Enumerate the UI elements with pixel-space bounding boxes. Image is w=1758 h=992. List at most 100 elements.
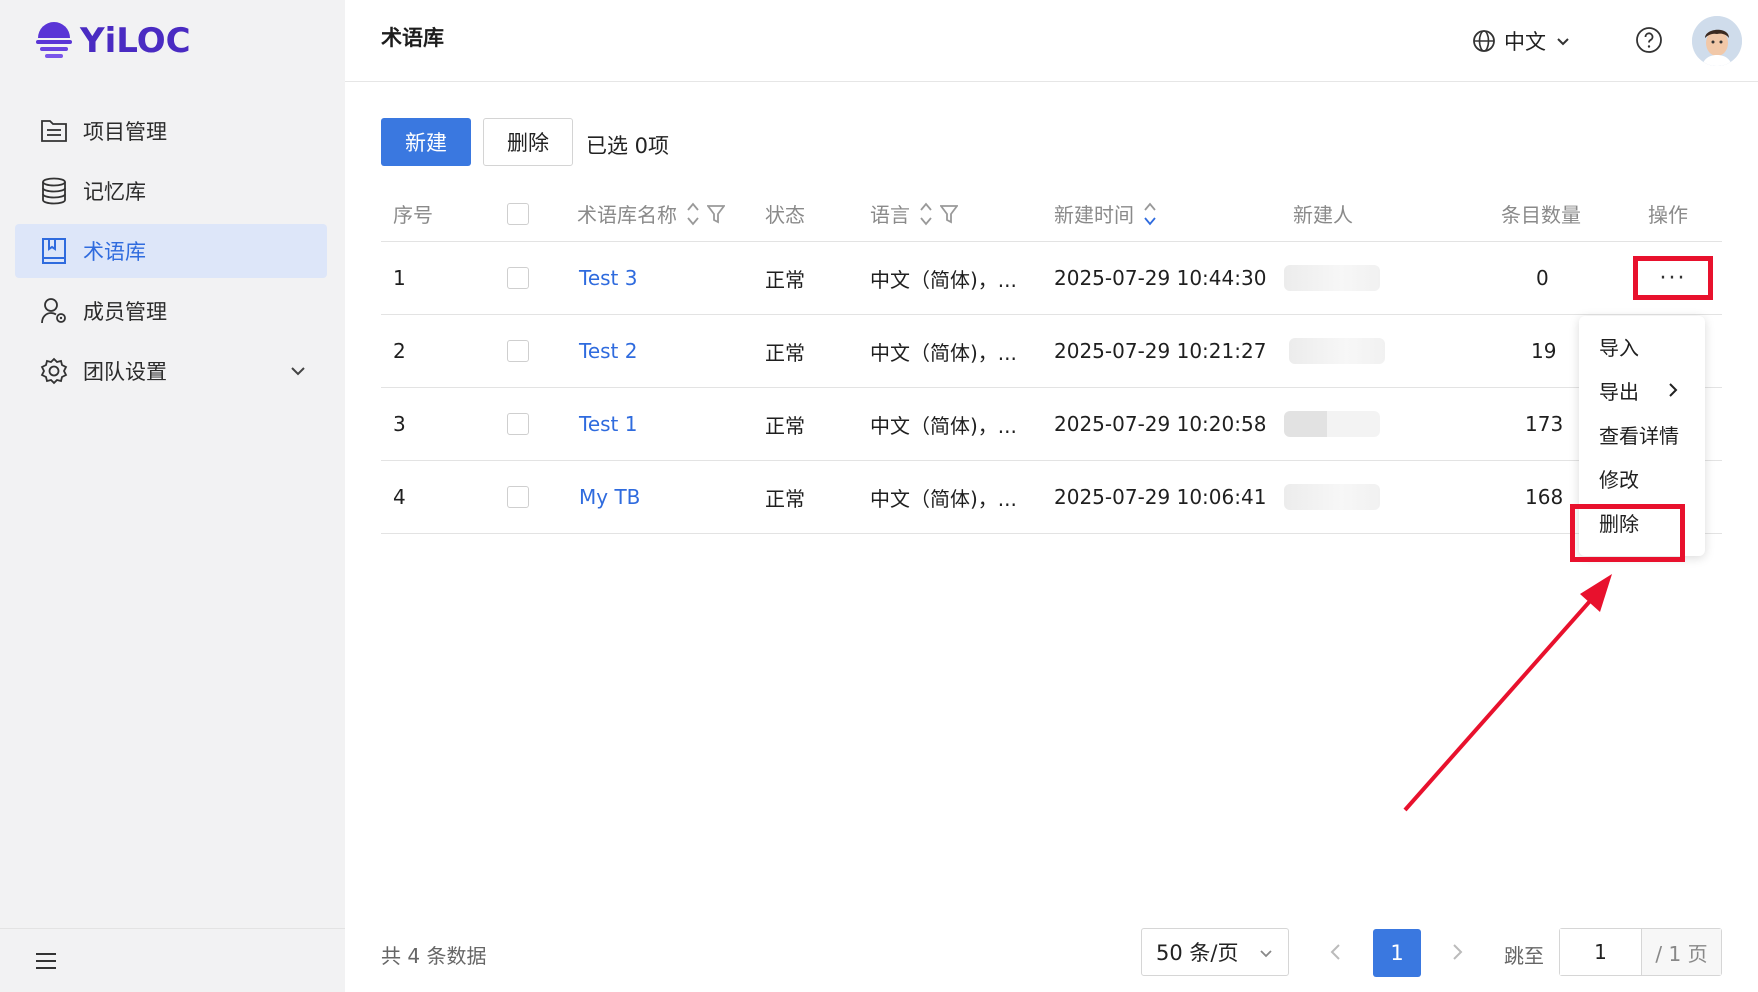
sidebar-item-members[interactable]: 成员管理 xyxy=(15,284,327,338)
termbase-name-link[interactable]: Test 2 xyxy=(579,315,637,387)
row-index: 2 xyxy=(393,339,406,363)
jump-page-input[interactable] xyxy=(1560,929,1642,975)
creator-redacted xyxy=(1284,265,1380,291)
row-count: 19 xyxy=(1531,339,1557,363)
filter-icon[interactable] xyxy=(707,204,725,224)
sidebar-item-label: 记忆库 xyxy=(83,180,146,204)
row-index: 4 xyxy=(393,485,406,509)
delete-button[interactable]: 删除 xyxy=(483,118,573,166)
brand-logo[interactable]: YiLOC xyxy=(34,18,191,64)
delete-highlight-box xyxy=(1570,504,1685,562)
row-select-cell xyxy=(507,315,529,387)
table-row[interactable]: 1 Test 3 正常 中文（简体)，... 2025-07-29 10:44:… xyxy=(381,242,1722,315)
avatar-image xyxy=(1692,16,1742,66)
page-size-select[interactable]: 50 条/页 xyxy=(1141,928,1289,976)
next-page-icon[interactable] xyxy=(1447,940,1467,964)
sidebar-item-label: 团队设置 xyxy=(83,360,167,384)
total-pages: / 1 页 xyxy=(1642,929,1721,975)
row-checkbox[interactable] xyxy=(507,486,529,508)
prev-page-icon[interactable] xyxy=(1326,940,1346,964)
row-language: 中文（简体)，... xyxy=(870,486,1017,511)
row-creator-cell xyxy=(1284,242,1380,314)
menu-item-edit[interactable]: 修改 xyxy=(1599,458,1639,498)
row-status: 正常 xyxy=(765,413,805,438)
top-bar: 术语库 中文 xyxy=(345,0,1758,82)
row-checkbox[interactable] xyxy=(507,340,529,362)
row-creator-cell xyxy=(1284,461,1380,533)
column-header-creator: 新建人 xyxy=(1293,203,1353,227)
menu-icon[interactable] xyxy=(34,951,58,971)
jump-box: / 1 页 xyxy=(1559,928,1722,976)
menu-item-import[interactable]: 导入 xyxy=(1599,326,1639,366)
sort-icon[interactable] xyxy=(685,200,701,228)
row-index: 1 xyxy=(393,266,406,290)
help-icon[interactable] xyxy=(1635,26,1663,54)
row-language: 中文（简体)，... xyxy=(870,413,1017,438)
select-all-cell xyxy=(507,186,529,241)
column-header-name-cell: 术语库名称 xyxy=(577,186,725,241)
row-count: 0 xyxy=(1536,266,1549,290)
sidebar-item-label: 成员管理 xyxy=(83,300,167,324)
total-count: 共 4 条数据 xyxy=(381,944,487,968)
row-status: 正常 xyxy=(765,486,805,511)
row-created-time: 2025-07-29 10:21:27 xyxy=(1054,339,1267,363)
column-header-count: 条目数量 xyxy=(1501,203,1581,227)
jump-label: 跳至 xyxy=(1504,944,1544,968)
row-language: 中文（简体)，... xyxy=(870,267,1017,292)
termbase-name-link[interactable]: My TB xyxy=(579,461,640,533)
selected-count: 已选 0项 xyxy=(586,134,670,158)
termbase-name-link[interactable]: Test 1 xyxy=(579,388,637,460)
sidebar-item-label: 项目管理 xyxy=(83,120,167,144)
row-count: 168 xyxy=(1525,485,1564,509)
chevron-right-icon xyxy=(1669,383,1678,397)
table-row[interactable]: 2 Test 2 正常 中文（简体)，... 2025-07-29 10:21:… xyxy=(381,315,1722,388)
row-checkbox[interactable] xyxy=(507,413,529,435)
page-title: 术语库 xyxy=(381,26,444,50)
sidebar-item-team-settings[interactable]: 团队设置 xyxy=(15,344,327,398)
book-icon xyxy=(39,236,69,266)
table-row[interactable]: 3 Test 1 正常 中文（简体)，... 2025-07-29 10:20:… xyxy=(381,388,1722,461)
language-label: 中文 xyxy=(1504,30,1546,54)
language-switcher[interactable]: 中文 xyxy=(1472,26,1572,56)
row-creator-cell xyxy=(1284,388,1380,460)
sidebar-item-termbase[interactable]: 术语库 xyxy=(15,224,327,278)
column-header-actions: 操作 xyxy=(1648,203,1688,227)
row-created-time: 2025-07-29 10:06:41 xyxy=(1054,485,1267,509)
row-index: 3 xyxy=(393,412,406,436)
menu-item-export[interactable]: 导出 xyxy=(1599,370,1681,410)
brand-name: YiLOC xyxy=(80,21,191,61)
row-language: 中文（简体)，... xyxy=(870,340,1017,365)
sidebar-item-projects[interactable]: 项目管理 xyxy=(15,104,327,158)
sidebar-footer xyxy=(0,928,345,992)
database-icon xyxy=(39,176,69,206)
more-actions-button[interactable]: ··· xyxy=(1633,256,1713,300)
column-header-language-cell: 语言 xyxy=(870,186,958,241)
user-avatar[interactable] xyxy=(1692,16,1742,66)
creator-redacted xyxy=(1284,411,1380,437)
row-created-time: 2025-07-29 10:44:30 xyxy=(1054,266,1267,290)
gear-icon xyxy=(39,356,69,386)
sidebar: YiLOC 项目管理 记忆库 术语库 成员管理 团队设置 xyxy=(0,0,345,992)
column-header-index: 序号 xyxy=(393,203,433,227)
row-actions-cell: ··· xyxy=(1633,242,1713,314)
page-size-value: 50 条/页 xyxy=(1156,941,1239,965)
termbase-name-link[interactable]: Test 3 xyxy=(579,242,637,314)
table-row[interactable]: 4 My TB 正常 中文（简体)，... 2025-07-29 10:06:4… xyxy=(381,461,1722,534)
new-button[interactable]: 新建 xyxy=(381,118,471,166)
logo-mark-icon xyxy=(36,22,72,58)
sidebar-item-memory[interactable]: 记忆库 xyxy=(15,164,327,218)
row-select-cell xyxy=(507,242,529,314)
sort-desc-icon[interactable] xyxy=(1142,200,1158,228)
select-all-checkbox[interactable] xyxy=(507,202,529,225)
creator-redacted xyxy=(1289,338,1385,364)
filter-icon[interactable] xyxy=(940,204,958,224)
row-status: 正常 xyxy=(765,267,805,292)
row-select-cell xyxy=(507,388,529,460)
page-1-button[interactable]: 1 xyxy=(1373,929,1421,977)
row-count: 173 xyxy=(1525,412,1564,436)
menu-item-view-details[interactable]: 查看详情 xyxy=(1599,414,1679,454)
row-checkbox[interactable] xyxy=(507,267,529,289)
termbase-table: 序号 术语库名称 状态 语言 新建时间 新建人 条目数量 操作 1 Test 3… xyxy=(381,186,1722,534)
column-header-status: 状态 xyxy=(765,203,805,227)
sort-icon[interactable] xyxy=(918,200,934,228)
